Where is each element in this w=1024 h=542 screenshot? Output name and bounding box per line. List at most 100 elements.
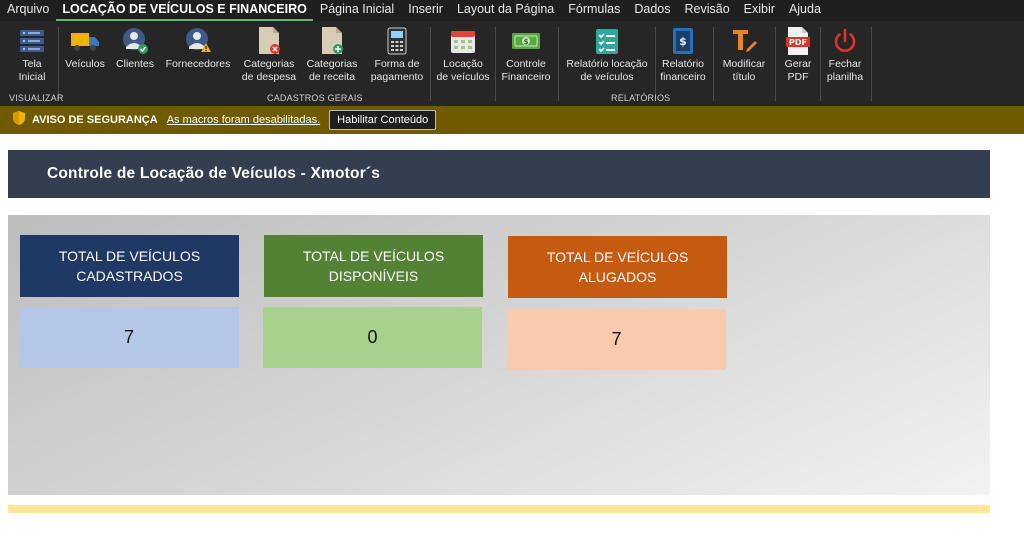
- ribbon-separator: [775, 27, 776, 101]
- card-alugados-title-1: TOTAL DE VEÍCULOS: [546, 249, 689, 265]
- menu-inserir[interactable]: Inserir: [401, 0, 450, 21]
- user-check-icon: [120, 26, 150, 56]
- power-icon: [830, 26, 860, 56]
- pdf-icon: PDF: [783, 26, 813, 56]
- fechar-planilha-button[interactable]: Fechar planilha: [824, 23, 866, 89]
- pdf-badge-text: PDF: [789, 38, 807, 47]
- card-disponiveis-value: 0: [367, 327, 378, 347]
- tela-inicial-button[interactable]: Tela Inicial: [8, 23, 56, 89]
- categorias-despesa-button[interactable]: Categorias de despesa: [240, 23, 298, 89]
- document-minus-icon: [254, 26, 284, 56]
- card-disponiveis-value-cell: 0: [263, 307, 482, 368]
- ribbon-separator: [558, 27, 559, 101]
- relatorio-locacao-label-2: de veículos: [580, 71, 634, 83]
- locacao-veiculos-button[interactable]: Locação de veículos: [434, 23, 492, 89]
- card-disponiveis-header: TOTAL DE VEÍCULOS DISPONÍVEIS: [264, 235, 483, 297]
- card-alugados-value-cell: 7: [507, 309, 726, 370]
- card-disponiveis-title-2: DISPONÍVEIS: [328, 268, 419, 284]
- dashboard-title: Controle de Locação de Veículos - Xmotor…: [47, 165, 381, 182]
- ribbon-separator: [495, 27, 496, 101]
- fechar-planilha-label-1: Fechar: [828, 58, 862, 70]
- menu-dados[interactable]: Dados: [627, 0, 677, 21]
- menu-formulas[interactable]: Fórmulas: [561, 0, 627, 21]
- relatorio-locacao-button[interactable]: Relatório locação de veículos: [562, 23, 652, 89]
- card-cadastrados-value-cell: 7: [19, 307, 239, 368]
- gerar-pdf-label-2: PDF: [787, 71, 809, 83]
- forma-pagamento-button[interactable]: Forma de pagamento: [368, 23, 426, 89]
- veiculos-button[interactable]: Veículos: [62, 23, 108, 89]
- categorias-receita-label-2: de receita: [308, 71, 356, 83]
- categorias-despesa-label-1: Categorias: [243, 58, 295, 70]
- user-warning-icon: [183, 26, 213, 56]
- edit-title-icon: [729, 26, 759, 56]
- fechar-planilha-label-2: planilha: [826, 71, 864, 83]
- tela-inicial-label-1: Tela: [22, 58, 42, 70]
- modificar-titulo-label-2: título: [732, 71, 756, 83]
- relatorio-locacao-label-1: Relatório locação: [566, 58, 648, 70]
- enable-content-button[interactable]: Habilitar Conteúdo: [329, 110, 437, 130]
- menu-ajuda[interactable]: Ajuda: [782, 0, 828, 21]
- forma-pagamento-label-2: pagamento: [370, 71, 424, 83]
- calendar-icon: [448, 26, 478, 56]
- card-cadastrados-title-1: TOTAL DE VEÍCULOS: [58, 248, 201, 264]
- menu-revisao[interactable]: Revisão: [678, 0, 737, 21]
- ribbon-separator: [871, 27, 872, 101]
- menu-layout-pagina[interactable]: Layout da Página: [450, 0, 561, 21]
- checklist-icon: [592, 26, 622, 56]
- gerar-pdf-button[interactable]: PDF Gerar PDF: [779, 23, 817, 89]
- ribbon-separator: [820, 27, 821, 101]
- truck-icon: [70, 26, 100, 56]
- menu-bar: Arquivo LOCAÇÃO DE VEÍCULOS E FINANCEIRO…: [0, 0, 1024, 21]
- categorias-receita-button[interactable]: Categorias de receita: [304, 23, 360, 89]
- document-plus-icon: [317, 26, 347, 56]
- security-warning-bar: AVISO DE SEGURANÇA As macros foram desab…: [0, 106, 1024, 134]
- group-label-cadastros-gerais: CADASTROS GERAIS: [267, 93, 363, 103]
- ribbon-separator: [655, 27, 656, 101]
- card-cadastrados-title-2: CADASTRADOS: [76, 268, 183, 284]
- locacao-veiculos-label-2: de veículos: [436, 71, 490, 83]
- clientes-label: Clientes: [116, 58, 154, 70]
- relatorio-financeiro-label-1: Relatório: [661, 58, 705, 70]
- security-warning-title: AVISO DE SEGURANÇA: [32, 114, 158, 126]
- ribbon: Tela Inicial Veículos Clientes Fornecedo…: [0, 21, 1024, 106]
- menu-locacao-veiculos-financeiro[interactable]: LOCAÇÃO DE VEÍCULOS E FINANCEIRO: [56, 0, 313, 21]
- tela-inicial-label-2: Inicial: [18, 71, 46, 83]
- fornecedores-label: Fornecedores: [165, 58, 231, 70]
- card-cadastrados-header: TOTAL DE VEÍCULOS CADASTRADOS: [20, 235, 239, 297]
- card-alugados-header: TOTAL DE VEÍCULOS ALUGADOS: [508, 236, 727, 298]
- payment-terminal-icon: [382, 26, 412, 56]
- svg-text:$: $: [524, 38, 529, 46]
- card-disponiveis-title-1: TOTAL DE VEÍCULOS: [302, 248, 445, 264]
- card-alugados-value: 7: [611, 329, 622, 349]
- card-cadastrados-value: 7: [123, 327, 134, 347]
- ribbon-separator: [713, 27, 714, 101]
- fornecedores-button[interactable]: Fornecedores: [164, 23, 232, 89]
- card-alugados-title-2: ALUGADOS: [578, 269, 657, 285]
- relatorio-financeiro-button[interactable]: $ Relatório financeiro: [658, 23, 708, 89]
- controle-financeiro-label-1: Controle: [506, 58, 546, 70]
- forma-pagamento-label-1: Forma de: [374, 58, 420, 70]
- group-label-visualizar: VISUALIZAR: [9, 93, 64, 103]
- svg-text:$: $: [679, 35, 687, 48]
- group-label-relatorios: RELATÓRIOS: [611, 93, 671, 103]
- categorias-despesa-label-2: de despesa: [241, 71, 297, 83]
- dashboard-title-bar: Controle de Locação de Veículos - Xmotor…: [8, 150, 990, 198]
- clientes-button[interactable]: Clientes: [112, 23, 158, 89]
- menu-arquivo[interactable]: Arquivo: [0, 0, 56, 21]
- locacao-veiculos-label-1: Locação: [443, 58, 483, 70]
- money-icon: $: [511, 26, 541, 56]
- menu-pagina-inicial[interactable]: Página Inicial: [313, 0, 401, 21]
- ribbon-separator: [430, 27, 431, 101]
- ribbon-separator: [58, 27, 59, 101]
- categorias-receita-label-1: Categorias: [306, 58, 358, 70]
- controle-financeiro-button[interactable]: $ Controle Financeiro: [499, 23, 553, 89]
- footer-strip: [8, 505, 990, 513]
- macros-disabled-link[interactable]: As macros foram desabilitadas.: [167, 114, 320, 126]
- relatorio-financeiro-label-2: financeiro: [660, 71, 706, 83]
- server-icon: [17, 26, 47, 56]
- modificar-titulo-button[interactable]: Modificar título: [717, 23, 771, 89]
- financial-report-icon: $: [668, 26, 698, 56]
- menu-exibir[interactable]: Exibir: [737, 0, 782, 21]
- veiculos-label: Veículos: [65, 58, 105, 70]
- modificar-titulo-label-1: Modificar: [722, 58, 766, 70]
